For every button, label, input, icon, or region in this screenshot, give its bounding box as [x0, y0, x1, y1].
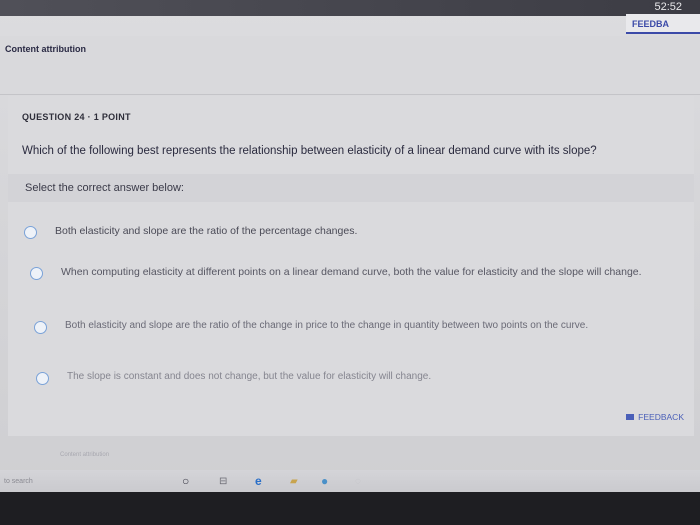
- radio-button-icon[interactable]: [24, 226, 37, 239]
- content-attribution-link[interactable]: Content attribution: [5, 44, 86, 54]
- feedback-button[interactable]: FEEDBACK: [626, 412, 684, 422]
- screen-bezel: [0, 492, 700, 525]
- feedback-flag-icon: [626, 414, 635, 420]
- question-text: Which of the following best represents t…: [22, 145, 597, 157]
- file-explorer-icon[interactable]: ▰: [290, 476, 298, 487]
- instruction-text: Select the correct answer below:: [25, 182, 184, 194]
- edge-icon[interactable]: e: [255, 474, 262, 488]
- timer: 52:52: [654, 1, 682, 13]
- top-strip: 52:52: [0, 0, 700, 16]
- search-circle-icon[interactable]: ○: [182, 474, 189, 488]
- answer-option-1[interactable]: Both elasticity and slope are the ratio …: [24, 225, 664, 239]
- radio-button-icon[interactable]: [30, 267, 43, 280]
- chrome-icon[interactable]: ●: [321, 474, 328, 488]
- header-band: [0, 36, 700, 95]
- feedback-label: FEEDBACK: [638, 412, 684, 422]
- radio-button-icon[interactable]: [34, 321, 47, 334]
- feedback-tab-top[interactable]: FEEDBA: [626, 14, 700, 34]
- answer-option-3[interactable]: Both elasticity and slope are the ratio …: [34, 320, 674, 334]
- content-attribution-bottom[interactable]: Content attribution: [60, 452, 109, 458]
- answer-option-text: Both elasticity and slope are the ratio …: [55, 225, 358, 237]
- answer-option-text: The slope is constant and does not chang…: [67, 371, 432, 382]
- taskbar-search[interactable]: to search: [4, 478, 33, 485]
- question-label: QUESTION 24 · 1 POINT: [22, 112, 131, 122]
- answer-option-text: When computing elasticity at different p…: [61, 266, 642, 278]
- answer-option-text: Both elasticity and slope are the ratio …: [65, 320, 589, 331]
- app-icon[interactable]: ◌: [355, 476, 361, 487]
- task-view-icon[interactable]: ⊟: [219, 476, 227, 487]
- answer-option-4[interactable]: The slope is constant and does not chang…: [36, 371, 676, 385]
- radio-button-icon[interactable]: [36, 372, 49, 385]
- taskbar: [0, 470, 700, 492]
- answer-option-2[interactable]: When computing elasticity at different p…: [30, 266, 670, 280]
